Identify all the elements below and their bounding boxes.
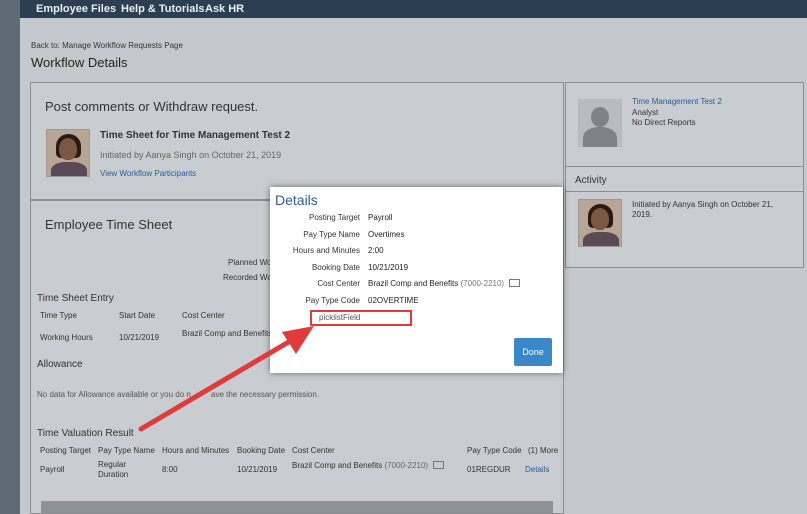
divider <box>566 191 803 192</box>
field-value-posting-target: Payroll <box>368 213 393 222</box>
business-card-icon[interactable] <box>509 278 521 287</box>
nav-ask-hr[interactable]: Ask HR <box>205 3 244 15</box>
valuation-cost-center-code: (7000-2210) <box>384 461 429 470</box>
valuation-details-link[interactable]: Details <box>525 465 549 474</box>
field-value-cost-center: Brazil Comp and Benefits (7000-2210) <box>368 278 521 288</box>
valuation-pay-type-name-1: Regular <box>98 460 127 469</box>
valuation-title: Time Valuation Result <box>37 428 134 439</box>
valuation-header-more[interactable]: (1) More <box>528 446 558 455</box>
valuation-header-hours: Hours and Minutes <box>162 446 230 455</box>
entry-header-start-date: Start Date <box>119 311 156 320</box>
valuation-header-cost-center: Cost Center <box>292 446 335 455</box>
entry-section-title: Time Sheet Entry <box>37 293 114 304</box>
allowance-title: Allowance <box>37 359 83 370</box>
activity-entry-line-2: 2019. <box>632 210 653 219</box>
recorded-working-label: Recorded Wo <box>223 273 272 282</box>
nav-help-tutorials[interactable]: Help & Tutorials <box>121 3 205 15</box>
nav-employee-files[interactable]: Employee Files <box>36 3 116 15</box>
cost-center-name: Brazil Comp and Benefits <box>368 279 459 288</box>
allowance-text: No data for Allowance available or you d… <box>37 390 191 399</box>
valuation-cost-center: Brazil Comp and Benefits (7000-2210) <box>292 460 445 470</box>
view-participants-link[interactable]: View Workflow Participants <box>100 169 196 178</box>
top-nav: Employee Files Help & Tutorials Ask HR <box>20 0 807 18</box>
field-label-pay-type-name: Pay Type Name <box>303 230 360 239</box>
profile-avatar-icon <box>578 99 622 147</box>
planned-working-label: Planned Wo <box>228 258 272 267</box>
field-label-cost-center: Cost Center <box>317 279 360 288</box>
entry-header-time-type: Time Type <box>40 311 77 320</box>
profile-name-link[interactable]: Time Management Test 2 <box>632 97 722 106</box>
comments-panel: Post comments or Withdraw request. Time … <box>30 82 564 200</box>
request-title: Time Sheet for Time Management Test 2 <box>100 130 291 141</box>
bottom-bar <box>41 501 553 513</box>
field-value-booking-date: 10/21/2019 <box>368 263 409 272</box>
entry-start-date: 10/21/2019 <box>119 333 160 342</box>
comments-panel-title: Post comments or Withdraw request. <box>45 99 259 114</box>
done-button[interactable]: Done <box>514 338 552 366</box>
dialog-title: Details <box>275 192 318 208</box>
entry-cost-center: Brazil Comp and Benefits <box>182 329 273 338</box>
valuation-header-posting-target: Posting Target <box>40 446 91 455</box>
divider <box>566 166 803 167</box>
field-value-hours-minutes: 2:00 <box>368 246 384 255</box>
entry-header-cost-center: Cost Center <box>182 311 225 320</box>
valuation-header-pay-type-name: Pay Type Name <box>98 446 155 455</box>
field-label-hours-minutes: Hours and Minutes <box>292 246 360 255</box>
valuation-pay-type-name-2: Duration <box>98 470 129 479</box>
valuation-header-booking-date: Booking Date <box>237 446 286 455</box>
valuation-date: 10/21/2019 <box>237 465 278 474</box>
activity-avatar <box>578 199 622 247</box>
cost-center-code: (7000-2210) <box>460 279 505 288</box>
timesheet-title: Employee Time Sheet <box>45 217 173 232</box>
entry-time-type: Working Hours <box>40 333 93 342</box>
profile-role: Analyst <box>632 108 659 117</box>
field-value-pay-type-name: Overtimes <box>368 230 405 239</box>
valuation-header-pay-type-code: Pay Type Code <box>467 446 522 455</box>
field-label-posting-target: Posting Target <box>309 213 360 222</box>
allowance-text-tail: ave the necessary permission. <box>211 390 320 399</box>
request-initiated: Initiated by Aanya Singh on October 21, … <box>100 150 282 160</box>
details-dialog: Details Posting Target Payroll Pay Type … <box>270 187 563 373</box>
profile-panel: Time Management Test 2 Analyst No Direct… <box>565 82 804 268</box>
field-value-pay-type-code: 02OVERTIME <box>368 296 419 305</box>
profile-reports: No Direct Reports <box>632 118 696 127</box>
valuation-pay-type-code: 01REGDUR <box>467 465 511 474</box>
field-label-booking-date: Booking Date <box>311 263 360 272</box>
valuation-cost-center-name: Brazil Comp and Benefits <box>292 461 383 470</box>
valuation-hours: 8:00 <box>162 465 178 474</box>
field-label-pay-type-code: Pay Type Code <box>305 296 360 305</box>
business-card-icon[interactable] <box>433 460 445 469</box>
activity-title: Activity <box>575 175 607 186</box>
page-title: Workflow Details <box>31 55 128 70</box>
requester-avatar <box>46 129 90 177</box>
breadcrumb[interactable]: Back to: Manage Workflow Requests Page <box>31 41 183 50</box>
valuation-posting-target: Payroll <box>40 465 65 474</box>
picklist-field-label: picklistField <box>319 313 361 322</box>
activity-entry-line-1: Initiated by Aanya Singh on October 21, <box>632 200 773 209</box>
